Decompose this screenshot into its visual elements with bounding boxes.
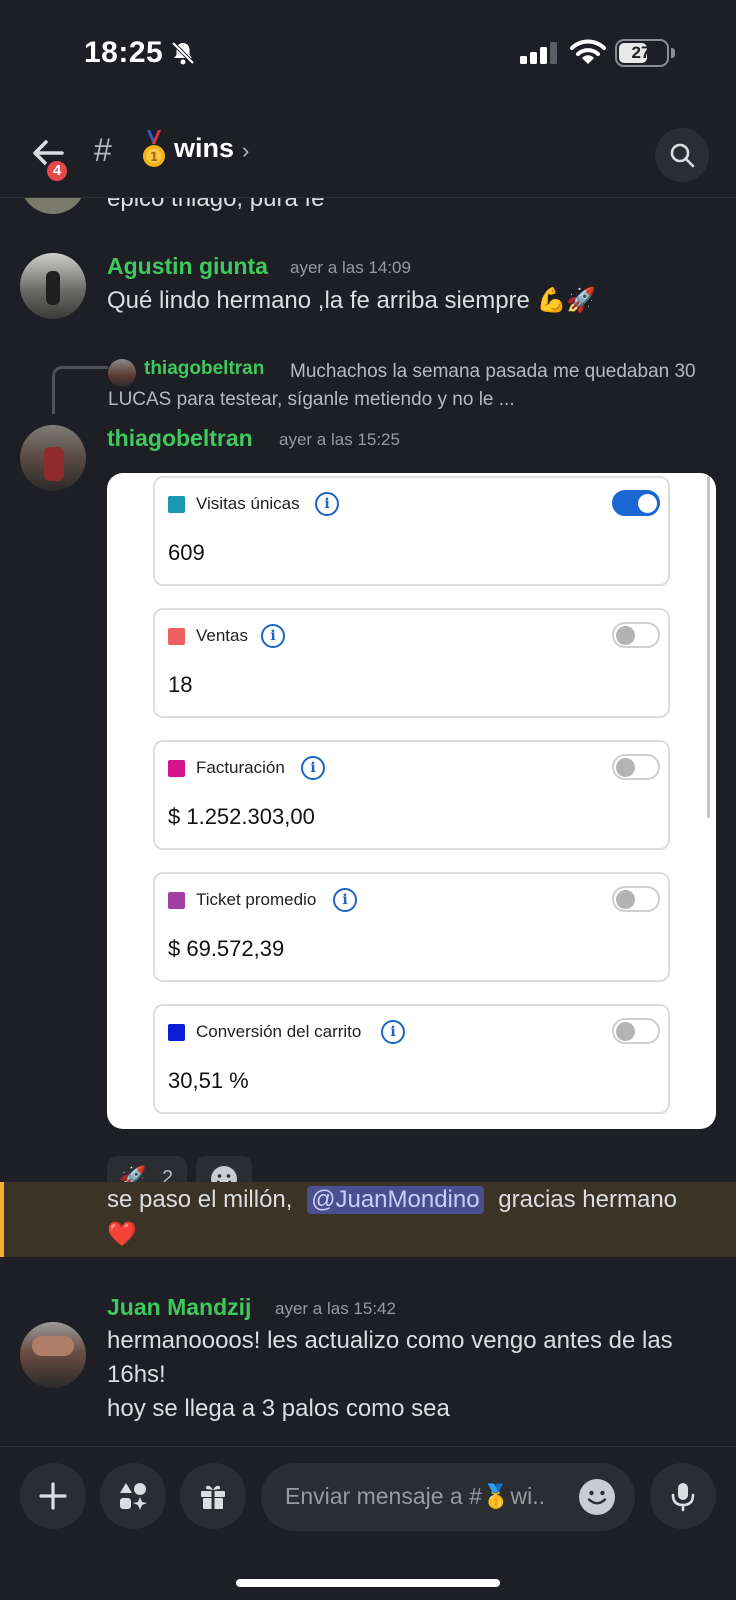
info-icon: i: [301, 756, 325, 780]
timestamp: ayer a las 15:42: [275, 1299, 396, 1318]
metric-card-conversion: Conversión del carrito i 30,51 %: [153, 1004, 670, 1114]
status-bar: 18:25 27: [0, 0, 736, 108]
metric-toggle: [612, 490, 660, 516]
message-text: epico thiago, pura fe: [107, 198, 325, 212]
color-square: [168, 628, 185, 645]
channel-name[interactable]: wins: [174, 133, 234, 164]
metric-label: Ventas: [196, 626, 248, 645]
username[interactable]: thiagobeltran: [107, 425, 253, 452]
metric-card-facturacion: Facturación i $ 1.252.303,00: [153, 740, 670, 850]
message-text-after: gracias hermano: [498, 1186, 678, 1213]
hash-icon: #: [94, 132, 112, 168]
message-line: hermanoooos! les actualizo como vengo an…: [107, 1327, 673, 1354]
plus-icon: [39, 1482, 67, 1510]
avatar[interactable]: [20, 253, 86, 319]
message-text-before: se paso el millón,: [107, 1186, 293, 1213]
info-icon: i: [333, 888, 357, 912]
voice-message-button[interactable]: [650, 1463, 716, 1529]
channel-header: 4 # 1 wins ›: [0, 108, 736, 198]
metric-toggle: [612, 754, 660, 780]
message-line: 16hs!: [107, 1361, 166, 1388]
metric-value: 18: [168, 672, 193, 697]
wifi-icon: [570, 39, 606, 64]
metric-toggle: [612, 622, 660, 648]
bell-off-icon: [171, 41, 195, 65]
metric-label: Ticket promedio: [196, 890, 317, 909]
gift-icon: [201, 1485, 225, 1509]
metric-value: 30,51 %: [168, 1068, 249, 1093]
avatar[interactable]: [20, 1322, 86, 1388]
home-indicator[interactable]: [236, 1579, 500, 1587]
image-scrollbar: [707, 476, 710, 818]
user-mention[interactable]: @JuanMondino: [307, 1186, 484, 1214]
metric-card-ticket: Ticket promedio i $ 69.572,39: [153, 872, 670, 982]
message-list[interactable]: epico thiago, pura fe Agustin giunta aye…: [0, 198, 736, 1446]
color-square: [168, 496, 185, 513]
message-text: se paso el millón, @JuanMondino gracias …: [107, 1186, 677, 1214]
metric-toggle: [612, 1018, 660, 1044]
emoji-button[interactable]: [579, 1479, 615, 1515]
signal-icon: [520, 42, 557, 64]
info-icon: i: [381, 1020, 405, 1044]
microphone-icon: [671, 1483, 695, 1512]
svg-text:1: 1: [150, 150, 158, 164]
search-icon: [670, 143, 695, 168]
message-input-placeholder: Enviar mensaje a #🥇wi..: [285, 1483, 546, 1509]
message-composer: Enviar mensaje a #🥇wi..: [0, 1446, 736, 1600]
metric-label: Visitas únicas: [196, 494, 300, 513]
emoji-icon: [587, 1490, 607, 1505]
avatar[interactable]: [20, 198, 86, 214]
timestamp: ayer a las 14:09: [290, 258, 411, 277]
metric-value: $ 69.572,39: [168, 936, 285, 961]
unread-badge: 4: [44, 158, 70, 184]
avatar[interactable]: [20, 425, 86, 491]
metric-value: $ 1.252.303,00: [168, 804, 315, 829]
apps-icon: [120, 1483, 147, 1510]
metric-card-visitas: Visitas únicas i 609: [153, 476, 670, 586]
battery-level: 27: [631, 43, 651, 62]
username[interactable]: Agustin giunta: [107, 253, 268, 280]
battery-icon: 27: [615, 39, 669, 67]
color-square: [168, 760, 185, 777]
apps-button[interactable]: [100, 1463, 166, 1529]
metric-label: Facturación: [196, 758, 285, 777]
username[interactable]: Juan Mandzij: [107, 1294, 251, 1321]
message-input[interactable]: Enviar mensaje a #🥇wi..: [261, 1463, 635, 1531]
metric-value: 609: [168, 540, 205, 565]
metric-card-ventas: Ventas i 18: [153, 608, 670, 718]
gold-medal-icon: 1: [143, 130, 165, 167]
reply-username[interactable]: thiagobeltran: [144, 358, 264, 380]
search-button[interactable]: [655, 128, 709, 182]
color-square: [168, 1024, 185, 1041]
gift-button[interactable]: [180, 1463, 246, 1529]
message-text: Qué lindo hermano ,la fe arriba siempre …: [107, 287, 597, 314]
info-icon: i: [261, 624, 285, 648]
metric-label: Conversión del carrito: [196, 1022, 362, 1041]
heart-emoji: ❤️: [107, 1221, 137, 1248]
reply-connector: [52, 366, 108, 414]
status-time: 18:25: [84, 36, 164, 69]
add-attachment-button[interactable]: [20, 1463, 86, 1529]
chevron-right-icon[interactable]: ›: [242, 138, 249, 164]
metric-toggle: [612, 886, 660, 912]
message-line: hoy se llega a 3 palos como sea: [107, 1395, 450, 1422]
info-icon: i: [315, 492, 339, 516]
color-square: [168, 892, 185, 909]
timestamp: ayer a las 15:25: [279, 430, 400, 449]
